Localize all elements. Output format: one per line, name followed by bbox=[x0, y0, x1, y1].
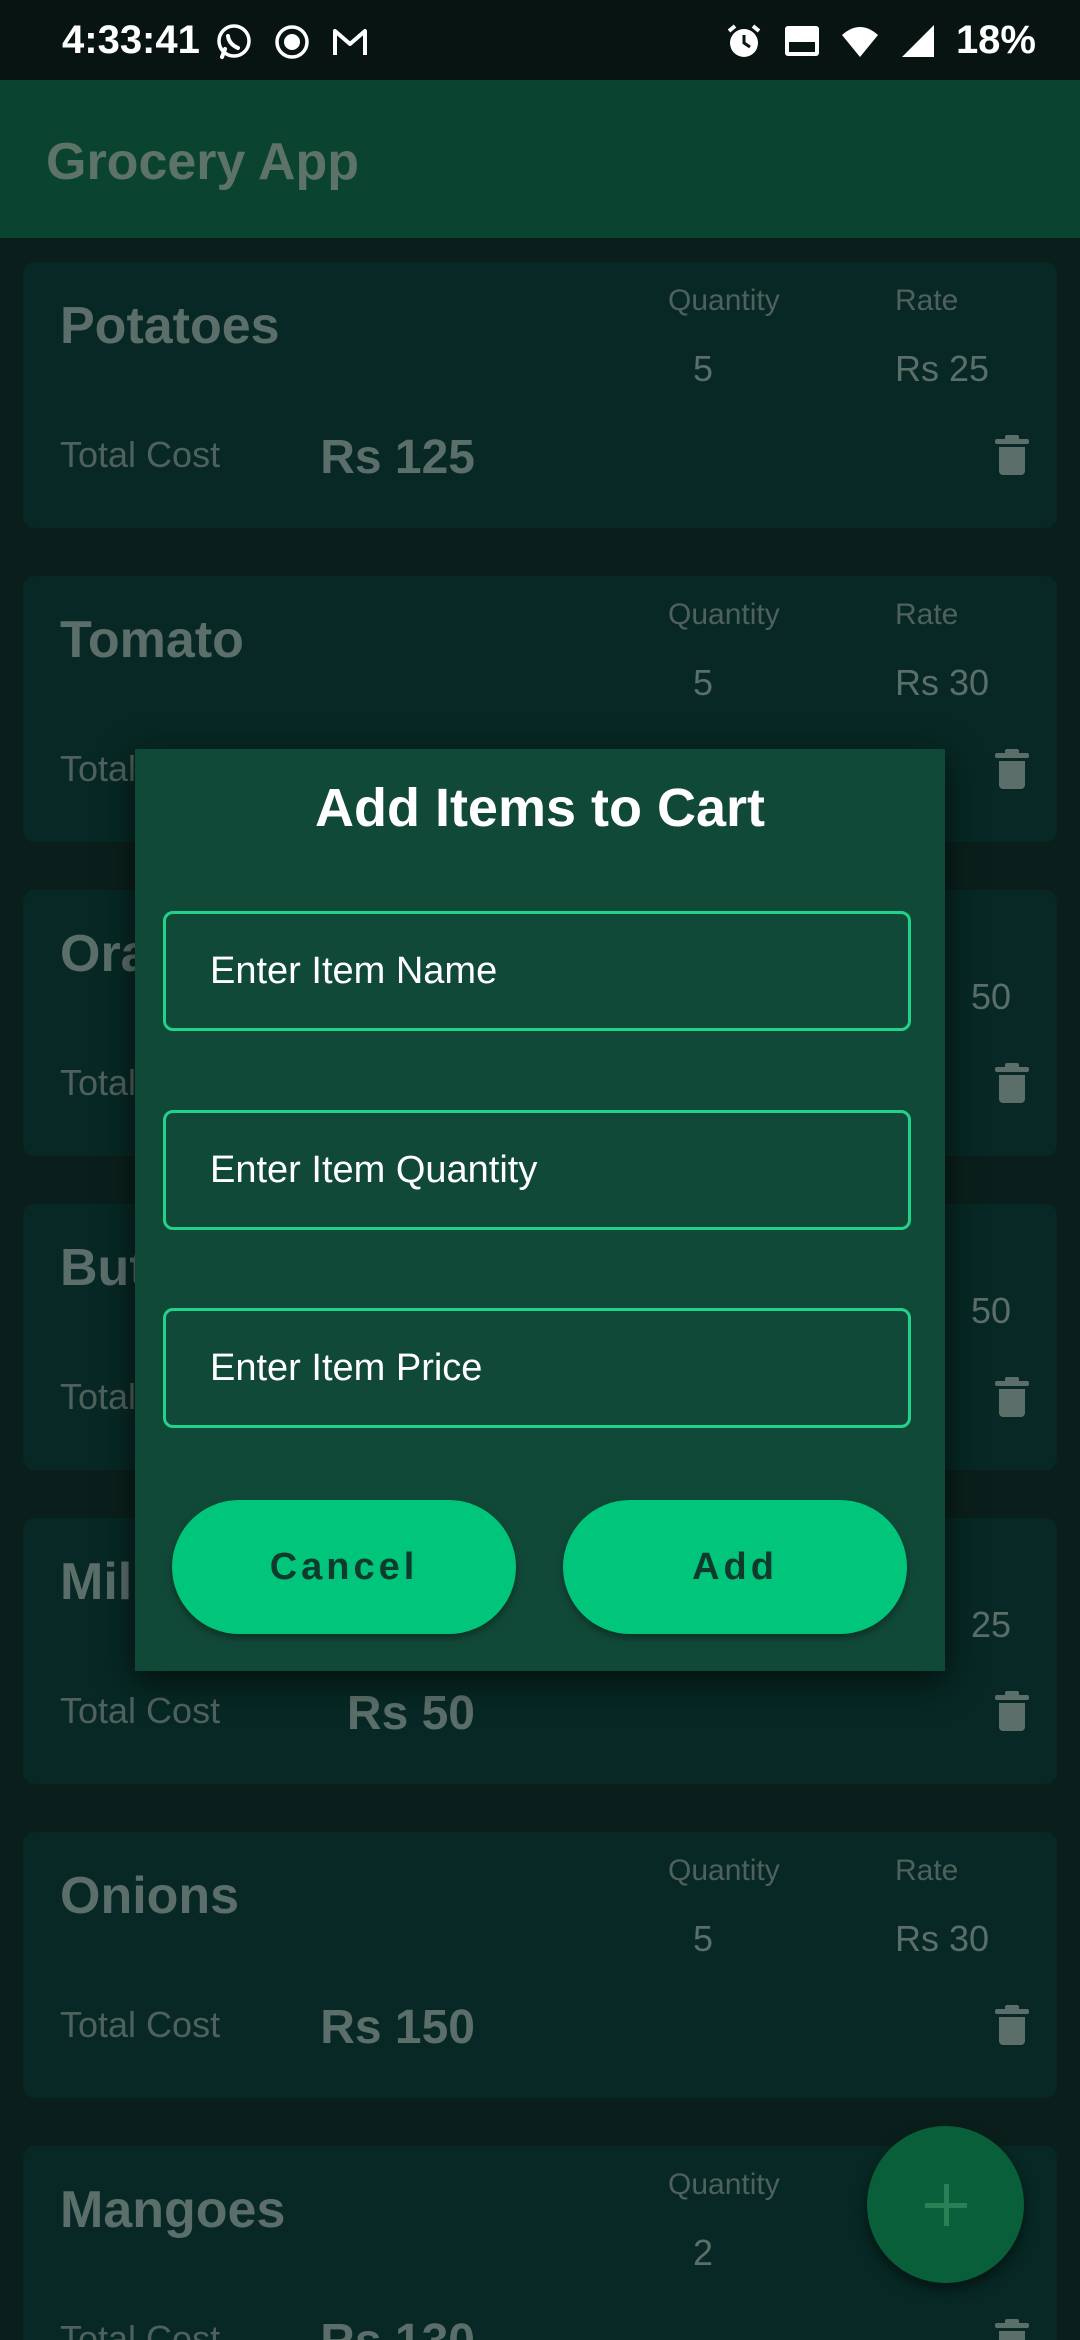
rate-label: Rate bbox=[895, 284, 959, 317]
item-price-input[interactable] bbox=[163, 1308, 911, 1428]
record-icon bbox=[275, 25, 309, 59]
delete-icon[interactable] bbox=[995, 1691, 1029, 1731]
item-quantity-input[interactable] bbox=[163, 1110, 911, 1230]
item-name: Mil bbox=[60, 1553, 133, 1611]
status-right: 18% bbox=[724, 18, 1036, 63]
signal-icon bbox=[901, 24, 934, 57]
quantity-value: 5 bbox=[693, 1918, 714, 1959]
rate-label: Rate bbox=[895, 598, 959, 631]
status-bar: 4:33:41 18% bbox=[0, 0, 1080, 80]
add-items-dialog: Add Items to Cart Cancel Add bbox=[135, 749, 945, 1671]
total-cost-value: Rs 150 bbox=[320, 2001, 475, 2054]
delete-icon[interactable] bbox=[995, 2319, 1029, 2340]
wifi-icon bbox=[841, 26, 878, 57]
quantity-label: Quantity bbox=[668, 598, 780, 631]
total-cost-value: Rs 125 bbox=[320, 431, 475, 484]
delete-icon[interactable] bbox=[995, 435, 1029, 475]
delete-icon[interactable] bbox=[995, 1377, 1029, 1417]
delete-icon[interactable] bbox=[995, 1063, 1029, 1103]
app-title: Grocery App bbox=[46, 133, 360, 191]
rate-value: 50 bbox=[971, 1290, 1012, 1331]
app-bar: Grocery App bbox=[0, 80, 1080, 238]
gmail-icon bbox=[333, 29, 367, 55]
dialog-title: Add Items to Cart bbox=[314, 778, 766, 838]
quantity-label: Quantity bbox=[668, 284, 780, 317]
item-name-input[interactable] bbox=[163, 911, 911, 1031]
quantity-value: 5 bbox=[693, 348, 714, 389]
total-cost-label: Total Cost bbox=[60, 434, 221, 475]
item-name: Onions bbox=[60, 1867, 240, 1925]
total-cost-value: Rs 50 bbox=[346, 1687, 475, 1740]
delete-icon[interactable] bbox=[995, 749, 1029, 789]
quantity-value: 5 bbox=[693, 662, 714, 703]
rate-value: Rs 30 bbox=[895, 662, 990, 703]
rate-value: 50 bbox=[971, 976, 1012, 1017]
whatsapp-icon bbox=[217, 24, 251, 59]
quantity-label: Quantity bbox=[668, 2168, 780, 2201]
total-cost-label: Total Cost bbox=[60, 2318, 221, 2340]
quantity-label: Quantity bbox=[668, 1854, 780, 1887]
add-button[interactable]: Add bbox=[563, 1500, 907, 1634]
item-name: Tomato bbox=[60, 611, 244, 669]
volte-icon bbox=[784, 25, 819, 56]
rate-value: Rs 25 bbox=[895, 348, 990, 389]
cancel-button[interactable]: Cancel bbox=[172, 1500, 516, 1634]
delete-icon[interactable] bbox=[995, 2005, 1029, 2045]
grocery-card[interactable]: Potatoes Quantity Rate 5 Rs 25 Total Cos… bbox=[23, 262, 1057, 528]
total-cost-label: Total Cost bbox=[60, 1690, 221, 1731]
quantity-value: 2 bbox=[693, 2232, 714, 2273]
total-cost-label: Total Cost bbox=[60, 2004, 221, 2045]
rate-value: 25 bbox=[971, 1604, 1012, 1645]
total-cost-value: Rs 130 bbox=[295, 2314, 475, 2340]
plus-icon bbox=[867, 2126, 1024, 2283]
item-name: But bbox=[60, 1239, 147, 1297]
status-time: 4:33:41 bbox=[62, 18, 200, 62]
item-name: Mangoes bbox=[60, 2181, 286, 2239]
grocery-card[interactable]: Onions Quantity Rate 5 Rs 30 Total Cost … bbox=[23, 1832, 1057, 2098]
alarm-icon bbox=[727, 23, 761, 57]
rate-value: Rs 30 bbox=[895, 1918, 990, 1959]
status-left-icons bbox=[214, 22, 370, 62]
item-name: Potatoes bbox=[60, 297, 280, 355]
add-item-fab[interactable] bbox=[867, 2126, 1024, 2283]
battery-percentage: 18% bbox=[955, 18, 1036, 62]
rate-label: Rate bbox=[895, 1854, 959, 1887]
screen: 4:33:41 18% Grocery App Potatoes Quantit… bbox=[0, 0, 1080, 2340]
